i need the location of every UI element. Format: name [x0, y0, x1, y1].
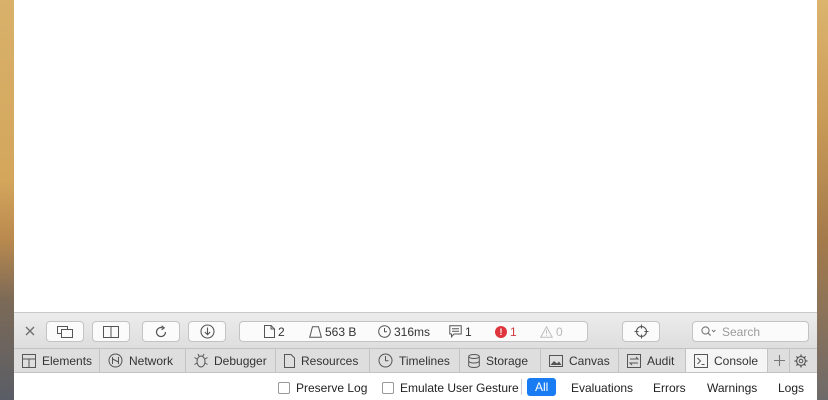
- resource-size[interactable]: 563 B: [309, 322, 356, 341]
- load-time[interactable]: 316ms: [378, 322, 430, 341]
- close-icon[interactable]: [24, 325, 36, 337]
- reload-button[interactable]: [142, 321, 180, 342]
- tab-label: Storage: [486, 353, 529, 368]
- error-count[interactable]: ! 1: [495, 322, 517, 341]
- resource-size-value: 563 B: [325, 324, 357, 339]
- warning-count[interactable]: 0: [540, 322, 563, 341]
- tab-network[interactable]: Network: [100, 349, 186, 372]
- filter-all[interactable]: All: [527, 378, 557, 396]
- log-count[interactable]: 1: [449, 322, 472, 341]
- tab-label: Audit: [647, 353, 675, 368]
- emulate-user-gesture-checkbox[interactable]: Emulate User Gesture: [382, 381, 519, 395]
- gear-icon: [794, 354, 808, 367]
- timelines-icon: [378, 353, 393, 368]
- detach-window-icon: [57, 325, 73, 338]
- console-filter-bar: Preserve Log Emulate User Gesture All Ev…: [14, 373, 817, 400]
- resource-count[interactable]: 2: [264, 322, 285, 341]
- audit-icon: [627, 353, 641, 368]
- element-picker-button[interactable]: [622, 321, 660, 342]
- resource-count-value: 2: [278, 324, 285, 339]
- dock-side-button[interactable]: [92, 321, 130, 342]
- tab-label: Resources: [301, 353, 359, 368]
- tab-label: Debugger: [214, 353, 267, 368]
- preserve-log-label: Preserve Log: [296, 381, 368, 395]
- load-time-value: 316ms: [394, 324, 431, 339]
- dashboard-stats[interactable]: 2 563 B 316ms 1 ! 1 0: [239, 321, 588, 342]
- preserve-log-checkbox[interactable]: Preserve Log: [278, 381, 367, 395]
- filter-warnings[interactable]: Warnings: [707, 381, 757, 395]
- settings-button[interactable]: [790, 349, 812, 372]
- tab-label: Timelines: [399, 353, 450, 368]
- clock-icon: [378, 325, 391, 338]
- tab-label: Console: [714, 353, 759, 368]
- tab-audit[interactable]: Audit: [619, 349, 686, 372]
- filter-errors[interactable]: Errors: [653, 381, 686, 395]
- crosshair-icon: [634, 324, 648, 339]
- debugger-icon: [194, 353, 208, 368]
- tab-elements[interactable]: Elements: [14, 349, 100, 372]
- tab-label: Elements: [42, 353, 93, 368]
- reload-icon: [155, 324, 167, 337]
- dock-side-icon: [103, 325, 119, 338]
- tab-console[interactable]: Console: [686, 349, 768, 372]
- plus-icon: [774, 355, 785, 366]
- inspector-toolbar: 2 563 B 316ms 1 ! 1 0 Search: [14, 312, 817, 348]
- browser-window: 2 563 B 316ms 1 ! 1 0 Search Elements Ne…: [14, 0, 817, 400]
- checkbox-box[interactable]: [278, 382, 290, 394]
- storage-icon: [468, 353, 480, 368]
- tab-canvas[interactable]: Canvas: [541, 349, 619, 372]
- document-icon: [264, 325, 275, 338]
- checkbox-box[interactable]: [382, 382, 394, 394]
- tab-storage[interactable]: Storage: [460, 349, 541, 372]
- log-count-value: 1: [465, 324, 472, 339]
- canvas-icon: [549, 354, 563, 367]
- message-icon: [449, 325, 462, 338]
- desktop-wallpaper-left: [0, 0, 14, 400]
- download-icon: [199, 324, 215, 339]
- error-count-value: 1: [510, 324, 517, 339]
- search-input[interactable]: [720, 323, 804, 340]
- elements-icon: [22, 353, 36, 368]
- tab-timelines[interactable]: Timelines: [370, 349, 460, 372]
- tab-debugger[interactable]: Debugger: [186, 349, 276, 372]
- filter-logs[interactable]: Logs: [778, 381, 804, 395]
- console-icon: [694, 353, 708, 368]
- tab-label: Canvas: [569, 353, 610, 368]
- error-icon: !: [495, 325, 507, 338]
- divider: [521, 379, 522, 395]
- weight-icon: [309, 325, 322, 338]
- web-page-content: [14, 0, 817, 312]
- warning-icon: [540, 325, 553, 338]
- filter-evaluations[interactable]: Evaluations: [571, 381, 633, 395]
- emulate-user-gesture-label: Emulate User Gesture: [400, 381, 519, 395]
- new-tab-button[interactable]: [768, 349, 790, 372]
- resources-icon: [284, 353, 295, 368]
- download-archive-button[interactable]: [188, 321, 226, 342]
- search-field[interactable]: [692, 321, 809, 342]
- detach-window-button[interactable]: [46, 321, 84, 342]
- search-icon: [701, 326, 716, 337]
- tab-resources[interactable]: Resources: [276, 349, 370, 372]
- tab-label: Network: [129, 353, 174, 368]
- desktop-wallpaper-right: [817, 0, 828, 400]
- warning-count-value: 0: [556, 324, 563, 339]
- network-icon: [108, 353, 123, 368]
- inspector-tab-bar: Elements Network Debugger Resources Time…: [14, 348, 817, 373]
